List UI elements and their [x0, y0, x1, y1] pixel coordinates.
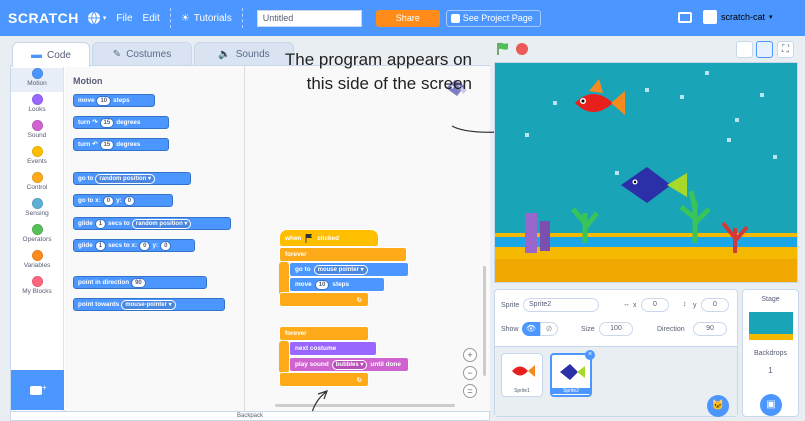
- sprite-tile-label: Sprite2: [552, 388, 590, 394]
- code-icon: ▬: [31, 49, 43, 61]
- size-field[interactable]: 100: [599, 322, 633, 336]
- x-field[interactable]: 0: [641, 298, 669, 312]
- size-label: Size: [581, 326, 595, 333]
- tab-code-label: Code: [47, 49, 71, 61]
- sprite-tile-label: Sprite1: [514, 388, 530, 394]
- tab-code[interactable]: ▬ Code: [12, 42, 90, 67]
- backdrops-label: Backdrops: [753, 350, 788, 357]
- x-label: x: [633, 302, 637, 309]
- direction-label: Direction: [657, 326, 685, 333]
- sprite-tile-selected[interactable]: Sprite2 ×: [550, 350, 595, 397]
- stage-thumbnail[interactable]: [749, 312, 793, 340]
- sprite-info-panel: Sprite Sprite2 ↔ x 0 ↕ y 0 Show 👁 ⊘ Size…: [494, 289, 738, 417]
- sprite-tile[interactable]: Sprite1: [501, 353, 543, 397]
- large-stage-button[interactable]: [756, 41, 773, 58]
- blue-fish-icon: [560, 364, 585, 380]
- backpack[interactable]: Backpack: [10, 411, 490, 421]
- stage-header: ⛶: [494, 40, 799, 62]
- y-field[interactable]: 0: [701, 298, 729, 312]
- y-label: y: [693, 302, 697, 309]
- stage-canvas[interactable]: [494, 62, 798, 283]
- sprite-label: Sprite: [501, 302, 520, 309]
- sprite-name-field[interactable]: Sprite2: [523, 298, 599, 312]
- direction-field[interactable]: 90: [693, 322, 727, 336]
- show-label: Show: [501, 326, 519, 333]
- small-stage-button[interactable]: [736, 41, 753, 58]
- add-backdrop-button[interactable]: ▣: [760, 394, 782, 416]
- sprite-list: Sprite1 Sprite2 × 🐱: [495, 346, 737, 417]
- red-fish-icon: [512, 365, 535, 377]
- add-sprite-button[interactable]: 🐱: [707, 395, 729, 417]
- x-arrows-icon: ↔: [623, 301, 630, 308]
- fullscreen-icon[interactable]: ⛶: [777, 41, 794, 58]
- y-arrows-icon: ↕: [683, 301, 687, 308]
- stage-title: Stage: [761, 296, 780, 303]
- stage-selector-panel[interactable]: Stage Backdrops 1 ▣: [742, 289, 799, 417]
- show-hidden-button[interactable]: ⊘: [540, 322, 558, 336]
- show-visible-button[interactable]: 👁: [522, 322, 540, 336]
- backdrops-count: 1: [768, 366, 773, 375]
- green-flag-icon[interactable]: [496, 42, 510, 56]
- delete-sprite-icon[interactable]: ×: [585, 350, 595, 360]
- aquarium-scene: [495, 63, 797, 282]
- stop-button[interactable]: [516, 43, 528, 55]
